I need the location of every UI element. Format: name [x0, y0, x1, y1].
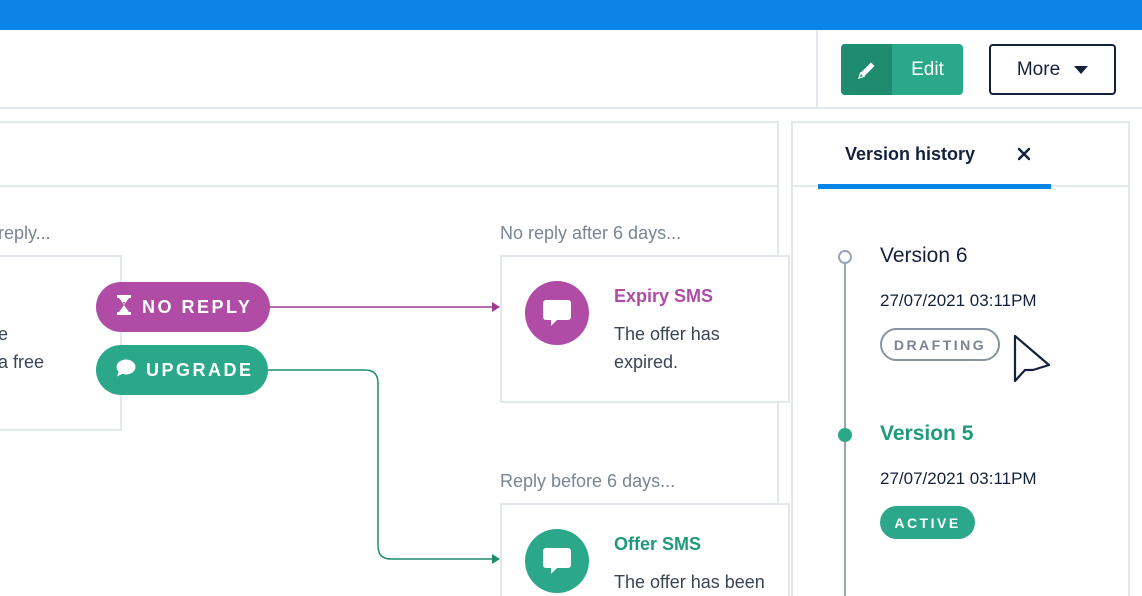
status-badge-drafting: DRAFTING — [880, 328, 1000, 361]
version-6-title[interactable]: Version 6 — [880, 244, 968, 268]
no-reply-branch[interactable]: NO REPLY — [96, 282, 270, 332]
tab-active-indicator — [818, 184, 1051, 189]
offer-sms-title: Offer SMS — [614, 534, 702, 554]
top-bar — [0, 0, 1142, 30]
tab-version-history[interactable]: Version history — [818, 123, 1051, 189]
message-icon — [525, 281, 589, 345]
more-button-label: More — [1016, 58, 1061, 80]
header-bar — [0, 30, 1142, 109]
workflow-editor: Edit More reply... e a free NO REPLY UPG… — [0, 0, 1142, 596]
edit-button-label: Edit — [911, 58, 944, 80]
hourglass-icon — [116, 294, 132, 320]
expiry-sms-text-line2: expired. — [614, 352, 679, 372]
no-reply-label: NO REPLY — [142, 296, 253, 317]
left-branch-label: reply... — [0, 223, 51, 243]
more-button[interactable]: More — [989, 44, 1116, 95]
status-badge-active: ACTIVE — [880, 506, 975, 539]
expiry-sms-title: Expiry SMS — [614, 286, 714, 306]
offer-sms-text-line1: The offer has been — [614, 572, 765, 592]
left-node-text-line2: a free — [0, 352, 45, 372]
left-node-text-line1: e — [0, 324, 9, 344]
close-icon[interactable] — [1011, 141, 1037, 167]
upgrade-label: UPGRADE — [146, 359, 254, 380]
version-history-header: Version history — [793, 123, 1128, 189]
version-history-panel: Version history Version 6 27/07/2021 03:… — [791, 121, 1130, 596]
canvas-toolbar — [0, 123, 777, 187]
version-6-date: 27/07/2021 03:11PM — [880, 291, 1037, 310]
offer-branch-label: Reply before 6 days... — [500, 471, 676, 491]
upgrade-branch[interactable]: UPGRADE — [96, 345, 268, 395]
version-5-date: 27/07/2021 03:11PM — [880, 469, 1037, 488]
timeline-dot-version-6 — [838, 250, 852, 264]
expiry-sms-text-line1: The offer has — [614, 324, 720, 344]
timeline-dot-version-5 — [838, 428, 852, 442]
header-divider — [816, 30, 818, 109]
expiry-branch-label: No reply after 6 days... — [500, 223, 682, 243]
left-node-card[interactable] — [0, 255, 122, 431]
tab-version-history-label: Version history — [845, 144, 976, 164]
chat-bubble-icon — [116, 359, 136, 382]
caret-down-icon — [1074, 59, 1089, 81]
pencil-icon — [841, 44, 892, 95]
edit-button[interactable]: Edit — [841, 44, 963, 95]
message-icon — [525, 529, 589, 593]
version-5-title[interactable]: Version 5 — [880, 422, 973, 446]
